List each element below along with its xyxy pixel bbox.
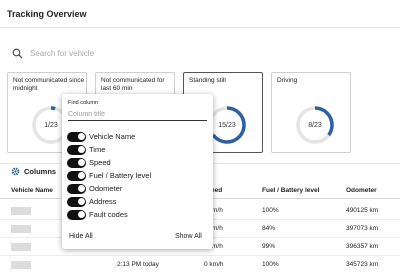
column-option-label: Address	[89, 197, 117, 206]
card-label: Not communicated since midnight	[13, 77, 85, 92]
time-cell: 2:13 PM today	[117, 261, 159, 268]
fuel-cell: 100%	[262, 261, 279, 268]
vehicle-name-redacted	[11, 207, 31, 215]
card-count: 8/23	[308, 121, 322, 129]
column-option-label: Time	[89, 145, 106, 154]
columns-button-label: Columns	[24, 167, 57, 176]
page-title: Tracking Overview	[7, 9, 87, 19]
column-option-address[interactable]: Address	[67, 196, 117, 207]
vehicle-name-redacted	[11, 225, 31, 233]
odometer-cell: 490125 km	[346, 207, 379, 214]
column-option-speed[interactable]: Speed	[67, 157, 111, 168]
toggle-switch[interactable]	[67, 170, 86, 181]
table-row[interactable]: 2:13 PM today 0 km/h 100% 345723 km	[0, 256, 400, 274]
column-option-label: Vehicle Name	[89, 132, 136, 141]
gear-icon	[11, 167, 20, 176]
search-input[interactable]	[30, 48, 190, 58]
speed-cell: 0 km/h	[204, 261, 224, 268]
find-column-label: Find column	[68, 100, 98, 106]
columns-button[interactable]: Columns	[11, 167, 56, 176]
fuel-cell: 100%	[262, 207, 279, 214]
column-option-vehicle-name[interactable]: Vehicle Name	[67, 131, 135, 142]
toggle-switch[interactable]	[67, 183, 86, 194]
card-label: Standing still	[189, 77, 226, 84]
odometer-cell: 397073 km	[346, 225, 379, 232]
fuel-cell: 99%	[262, 243, 276, 250]
speed-cell: m/h	[212, 225, 223, 232]
header-divider	[0, 27, 400, 28]
hide-all-button[interactable]: Hide All	[69, 233, 93, 240]
odometer-cell: 396357 km	[346, 243, 379, 250]
speed-cell: m/h	[212, 207, 223, 214]
card-label: Driving	[277, 77, 298, 84]
odometer-cell: 345723 km	[346, 261, 379, 268]
column-header-fuel[interactable]: Fuel / Battery level	[262, 187, 319, 194]
search-bar[interactable]	[12, 45, 212, 61]
find-column-input[interactable]	[68, 109, 207, 121]
column-option-odometer[interactable]: Odometer	[67, 183, 122, 194]
column-option-fuel[interactable]: Fuel / Battery level	[67, 170, 151, 181]
toggle-switch[interactable]	[67, 131, 86, 142]
column-chooser-popup: Find column Vehicle Name Time Speed Fuel…	[62, 94, 213, 249]
column-option-label: Fault codes	[89, 210, 128, 219]
show-all-button[interactable]: Show All	[175, 233, 202, 240]
column-option-time[interactable]: Time	[67, 144, 105, 155]
vehicle-name-redacted	[11, 261, 31, 269]
toggle-switch[interactable]	[67, 144, 86, 155]
search-icon	[12, 48, 23, 58]
column-header-vehicle-name[interactable]: Vehicle Name	[11, 187, 53, 194]
toggle-switch[interactable]	[67, 157, 86, 168]
column-option-label: Speed	[89, 158, 111, 167]
column-option-fault-codes[interactable]: Fault codes	[67, 209, 128, 220]
column-option-label: Odometer	[89, 184, 123, 193]
card-driving[interactable]: Driving 8/23	[271, 72, 351, 153]
toggle-switch[interactable]	[67, 209, 86, 220]
speed-cell: m/h	[212, 243, 223, 250]
column-header-odometer[interactable]: Odometer	[346, 187, 377, 194]
card-label: Not communicated for last 60 min	[101, 77, 165, 92]
fuel-cell: 84%	[262, 225, 276, 232]
column-option-label: Fuel / Battery level	[89, 171, 152, 180]
toggle-switch[interactable]	[67, 196, 86, 207]
vehicle-name-redacted	[11, 243, 31, 251]
